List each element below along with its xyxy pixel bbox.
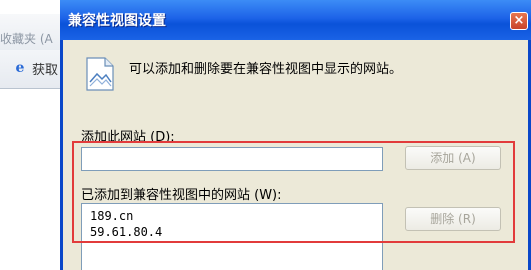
close-button[interactable]: × — [510, 12, 528, 30]
dialog-titlebar[interactable]: 兼容性视图设置 × — [60, 0, 531, 40]
website-icon — [86, 57, 114, 91]
favorites-bar-label[interactable]: 收藏夹 (A — [0, 30, 53, 47]
ie-icon[interactable]: e — [12, 60, 28, 76]
dialog-title: 兼容性视图设置 — [68, 13, 166, 29]
get-more-label[interactable]: 获取 — [32, 59, 58, 78]
info-text: 可以添加和删除要在兼容性视图中显示的网站。 — [129, 62, 403, 77]
annotation-highlight-box — [72, 141, 515, 243]
